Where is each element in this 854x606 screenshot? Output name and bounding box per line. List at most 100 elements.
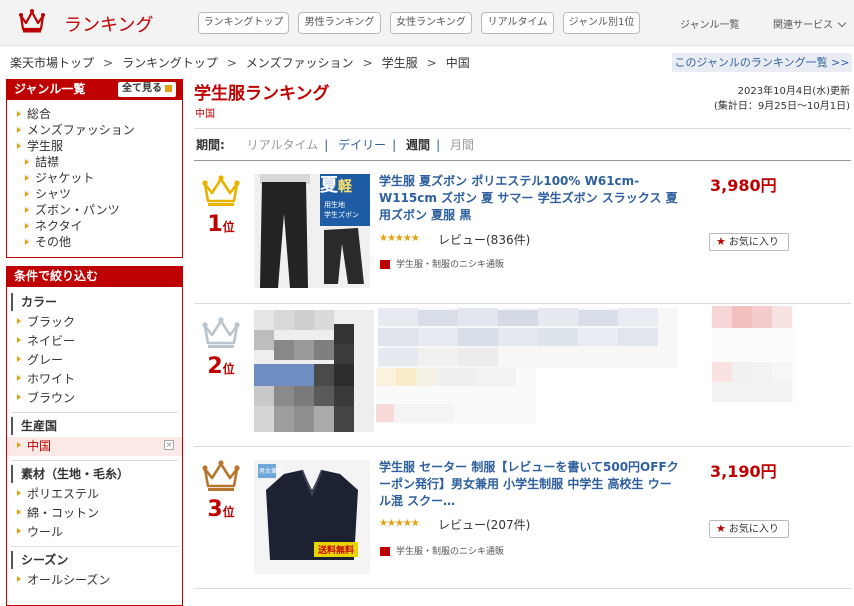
breadcrumb-item-rakuten-top[interactable]: 楽天市場トップ: [10, 56, 94, 70]
filter-color-heading: カラー: [11, 293, 182, 311]
sidebar-subgenre-other[interactable]: その他: [7, 234, 182, 250]
sidebar-genre-overall[interactable]: 総合: [7, 106, 182, 122]
separator: |: [436, 138, 441, 152]
product-image[interactable]: 夏軽 用生地 学生ズボン: [254, 174, 370, 288]
image-text: 学生ズボン: [324, 211, 359, 219]
period-option-monthly[interactable]: 月間: [450, 138, 474, 152]
period-option-daily[interactable]: デイリー: [338, 138, 386, 152]
sidebar-genre-school-uniform[interactable]: 学生服: [7, 138, 182, 154]
filter-material-cotton[interactable]: 綿・コットン: [7, 504, 182, 523]
tab-realtime[interactable]: リアルタイム: [481, 12, 554, 34]
sidebar-subgenre-pants[interactable]: ズボン・パンツ: [7, 202, 182, 218]
shop-link[interactable]: 学生服・制服のニシキ通販: [380, 544, 504, 557]
view-all-button[interactable]: 全て見る: [118, 82, 176, 97]
divider: [11, 460, 178, 461]
filter-material-polyester[interactable]: ポリエステル: [7, 485, 182, 504]
breadcrumb-item-ranking-top[interactable]: ランキングトップ: [122, 56, 218, 70]
arrow-right-icon: [165, 84, 172, 92]
crown-logo-icon[interactable]: [18, 8, 46, 34]
filter-panel: 条件で絞り込む カラー ブラック ネイビー グレー ホワイト ブラウン 生産国 …: [6, 266, 183, 606]
gold-crown-icon: [202, 175, 240, 206]
filter-color-black[interactable]: ブラック: [7, 313, 182, 332]
shop-link[interactable]: 学生服・制服のニシキ通販: [380, 257, 504, 270]
product-name-link[interactable]: 学生服 夏ズボン ポリエステル100% W61cm-W115cm ズボン 夏 サ…: [379, 173, 679, 224]
chevron-down-icon: [837, 18, 847, 28]
pixelated-image-icon: [254, 310, 374, 432]
product-price: 3,190円: [710, 462, 777, 481]
silver-crown-icon: [202, 317, 240, 348]
breadcrumb-separator: >: [362, 56, 373, 70]
ranking-brand-title[interactable]: ランキング: [64, 11, 153, 37]
breadcrumb-item-mens-fashion[interactable]: メンズファッション: [246, 56, 354, 70]
obscured-product-image: [254, 310, 374, 432]
rank-value: 1: [207, 212, 223, 237]
close-icon[interactable]: ×: [164, 440, 174, 450]
tab-ranking-top[interactable]: ランキングトップ: [198, 12, 289, 34]
genre-ranking-list-link[interactable]: このジャンルのランキング一覧 >>: [672, 53, 852, 72]
tab-female-ranking[interactable]: 女性ランキング: [390, 12, 472, 34]
sidebar-genre-mens-fashion[interactable]: メンズファッション: [7, 122, 182, 138]
shop-name: 学生服・制服のニシキ通販: [396, 547, 505, 557]
top-bar: ランキング ランキングトップ 男性ランキング 女性ランキング リアルタイム ジャ…: [0, 0, 854, 46]
updated-date: 2023年10月4日(水)更新: [737, 86, 850, 97]
rank-suffix: 位: [222, 505, 235, 519]
breadcrumb-separator: >: [103, 56, 114, 70]
product-name-link[interactable]: 学生服 セーター 制服【レビューを書いて500円OFFクーポン発行】男女兼用 小…: [379, 459, 679, 510]
period-option-weekly[interactable]: 週間: [406, 138, 430, 152]
filter-color-brown[interactable]: ブラウン: [7, 389, 182, 408]
review-count-link[interactable]: レビュー(836件): [438, 231, 530, 248]
filter-color-navy[interactable]: ネイビー: [7, 332, 182, 351]
divider: [194, 303, 851, 304]
sidebar-subgenre-necktie[interactable]: ネクタイ: [7, 218, 182, 234]
filter-color-gray[interactable]: グレー: [7, 351, 182, 370]
shop-name: 学生服・制服のニシキ通販: [396, 260, 505, 270]
breadcrumb-separator: >: [226, 56, 237, 70]
related-services-menu[interactable]: 関連サービス: [773, 16, 847, 31]
image-text: 用生地: [324, 201, 345, 209]
separator: |: [324, 138, 329, 152]
obscured-product-name: [378, 308, 678, 368]
filter-origin-china-label: 中国: [27, 439, 52, 453]
free-shipping-badge: 送料無料: [314, 542, 359, 557]
genre-panel-header: ジャンル一覧 全て見る: [7, 79, 182, 100]
genre-panel: ジャンル一覧 全て見る 総合 メンズファッション 学生服 詰襟 ジャケット シャ…: [6, 79, 183, 258]
filter-material-wool[interactable]: ウール: [7, 523, 182, 542]
breadcrumb-separator: >: [426, 56, 437, 70]
filter-season-all-season[interactable]: オールシーズン: [7, 571, 182, 590]
image-text: 軽: [338, 179, 352, 195]
genre-list-link[interactable]: ジャンル一覧: [680, 16, 740, 31]
period-option-realtime[interactable]: リアルタイム: [247, 138, 319, 152]
period-selector: 期間: リアルタイム | デイリー | 週間 | 月間: [196, 136, 480, 153]
breadcrumb-item-school-uniform[interactable]: 学生服: [382, 56, 418, 70]
pixelated-text-icon: [712, 306, 794, 406]
rating-stars: ★★★★★: [379, 233, 420, 244]
sidebar-subgenre-shirt[interactable]: シャツ: [7, 186, 182, 202]
breadcrumb-item-china[interactable]: 中国: [446, 56, 470, 70]
breadcrumb: 楽天市場トップ > ランキングトップ > メンズファッション > 学生服 > 中国: [10, 54, 470, 71]
favorite-button[interactable]: ★ お気に入り: [709, 233, 789, 251]
filter-color-white[interactable]: ホワイト: [7, 370, 182, 389]
product-image[interactable]: 男女兼用 送料無料: [254, 460, 370, 574]
divider: [194, 128, 851, 129]
star-icon: ★: [716, 522, 726, 535]
sidebar-subgenre-tsumeeri[interactable]: 詰襟: [7, 154, 182, 170]
genre-panel-title: ジャンル一覧: [14, 82, 86, 96]
bronze-crown-icon: [202, 460, 240, 491]
review-count-link[interactable]: レビュー(207件): [438, 516, 530, 533]
divider: [194, 160, 851, 161]
divider: [194, 588, 851, 589]
rank-badge-2: 2位: [198, 316, 244, 379]
sidebar-subgenre-jacket[interactable]: ジャケット: [7, 170, 182, 186]
rank-value: 3: [207, 497, 223, 522]
product-image-label: 夏軽: [320, 176, 370, 197]
tab-genre-first[interactable]: ジャンル別1位: [563, 12, 640, 34]
separator: |: [392, 138, 397, 152]
image-text: 男女兼用: [259, 468, 284, 475]
image-text: 夏: [320, 175, 338, 196]
divider: [11, 546, 178, 547]
tab-male-ranking[interactable]: 男性ランキング: [298, 12, 381, 34]
page-subtitle: 中国: [195, 109, 215, 120]
pixelated-text-icon: [376, 368, 536, 424]
favorite-button[interactable]: ★ お気に入り: [709, 520, 789, 538]
filter-origin-china-selected[interactable]: 中国 ×: [7, 437, 182, 456]
